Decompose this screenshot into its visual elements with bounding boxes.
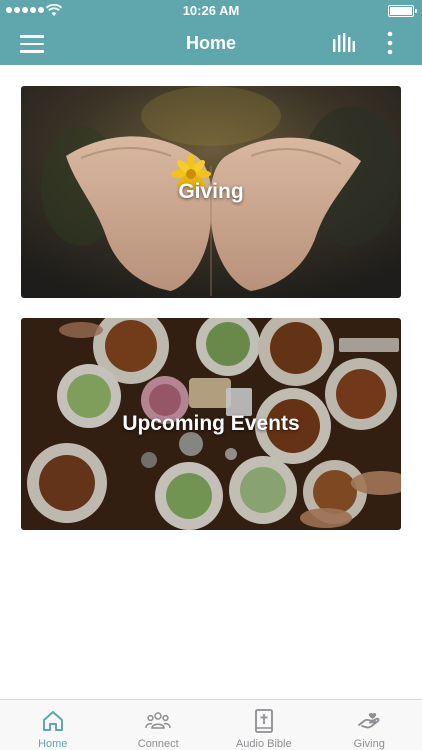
people-icon — [145, 712, 171, 729]
home-icon — [42, 711, 63, 731]
upcoming-events-card[interactable]: Upcoming Events — [21, 318, 401, 530]
giving-card-label: Giving — [178, 180, 244, 203]
vertical-ellipsis-icon[interactable] — [380, 31, 400, 55]
page-title: Home — [185, 33, 236, 53]
tab-giving-label: Giving — [353, 738, 385, 750]
tab-home-label: Home — [38, 738, 68, 750]
bottom-tab-bar: Home Connect Audio Bible Giving — [0, 699, 422, 750]
status-time: 10:26 AM — [182, 3, 240, 18]
tab-audio-bible-label: Audio Bible — [235, 738, 292, 750]
navigation-bar: Home — [0, 22, 422, 65]
tab-audio-bible[interactable]: Audio Bible — [211, 700, 317, 750]
status-bar: 10:26 AM — [0, 0, 422, 22]
tab-giving[interactable]: Giving — [317, 700, 422, 750]
bible-icon — [254, 709, 273, 733]
upcoming-events-card-label: Upcoming Events — [122, 412, 300, 435]
tab-home[interactable]: Home — [0, 700, 106, 750]
tab-connect[interactable]: Connect — [106, 700, 212, 750]
giving-card[interactable]: Giving — [21, 86, 401, 298]
equalizer-bars-icon[interactable] — [332, 33, 356, 53]
giving-hand-icon — [358, 713, 380, 729]
tab-connect-label: Connect — [137, 738, 179, 750]
hamburger-menu-icon[interactable] — [20, 35, 44, 53]
battery-icon — [388, 5, 417, 17]
